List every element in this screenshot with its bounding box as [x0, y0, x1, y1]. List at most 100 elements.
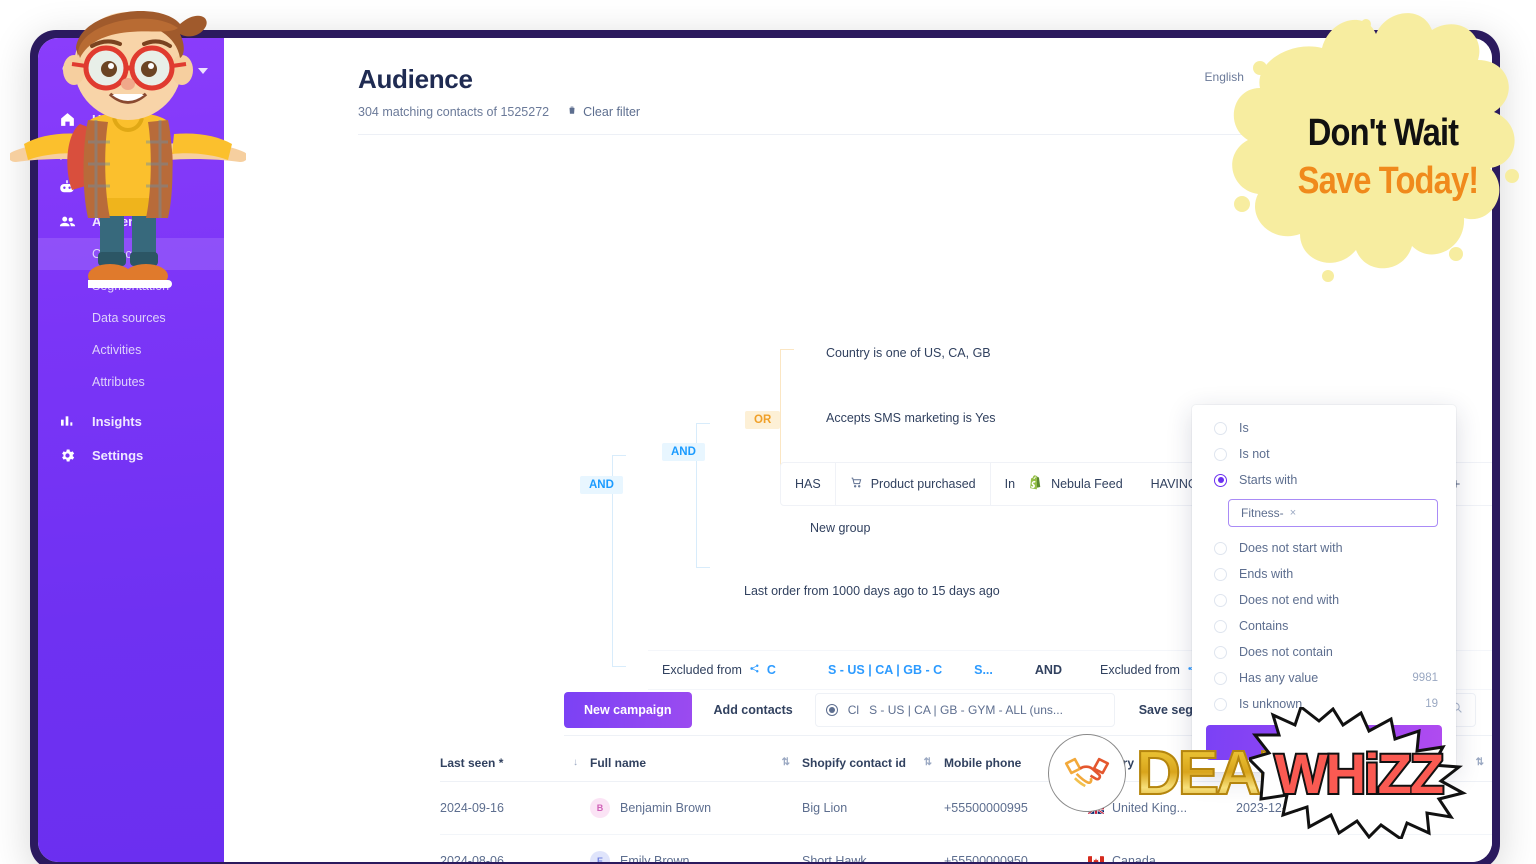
language-selector[interactable]: English	[1205, 70, 1244, 84]
tablet-screen: Home Campaigns Automations Audience Cont…	[38, 38, 1492, 862]
th-label: Shopify contact id	[802, 755, 907, 770]
cell-country: Canada	[1088, 834, 1236, 862]
user-menu[interactable]: Harmony Hol Premium plan	[1265, 62, 1456, 92]
excluded-segment-1a[interactable]: S - US | CA | GB - C	[790, 663, 956, 677]
source-selector[interactable]: Nebula Feed	[1029, 463, 1137, 505]
delete-condition-button[interactable]	[1476, 475, 1492, 493]
excluded-segment-1b[interactable]: S...	[956, 663, 1007, 677]
option-label: Contains	[1239, 619, 1289, 633]
option-label: Does not start with	[1239, 541, 1343, 555]
new-group-label[interactable]: New group	[810, 521, 870, 535]
sort-desc-icon[interactable]: ↓	[573, 757, 578, 768]
excluded-and-operator[interactable]: AND	[1007, 663, 1076, 677]
cell-mobile-phone: +55500000950	[944, 834, 1088, 862]
dropdown-option-contains[interactable]: Contains	[1192, 613, 1456, 639]
brand-logo-icon[interactable]	[56, 58, 82, 84]
option-label: Ends with	[1239, 567, 1294, 581]
radio-selected-icon	[1214, 473, 1227, 487]
sidebar-item-attributes[interactable]: Attributes	[38, 366, 224, 398]
segment-selector[interactable]: Cl S - US | CA | GB - GYM - ALL (uns...	[814, 693, 1115, 727]
event-label: Product purchased	[870, 477, 976, 491]
campaign-icon	[749, 663, 760, 677]
new-campaign-button[interactable]: New campaign	[564, 692, 692, 728]
event-selector[interactable]: Product purchased	[834, 463, 991, 505]
bot-icon	[56, 178, 78, 196]
chart-icon	[56, 413, 78, 429]
shopify-icon	[1029, 475, 1043, 493]
operator-or-badge[interactable]: OR	[745, 411, 781, 429]
done-button[interactable]: Done	[1206, 725, 1442, 760]
radio-icon	[1214, 697, 1227, 711]
sidebar-item-insights[interactable]: Insights	[38, 404, 224, 438]
sidebar-item-settings[interactable]: Settings	[38, 438, 224, 472]
country-text: United King...	[1112, 801, 1188, 815]
cell-shopify-id: Big Lion	[802, 781, 944, 835]
cell-country: United King...	[1088, 781, 1236, 835]
in-operator[interactable]: In	[991, 463, 1029, 505]
sidebar-item-activities[interactable]: Activities	[38, 334, 224, 366]
dropdown-option-does-not-contain[interactable]: Does not contain	[1192, 639, 1456, 665]
chevron-down-icon[interactable]	[198, 68, 208, 74]
excluded-from-1[interactable]: Excluded from C	[648, 663, 790, 677]
value-tag: Fitness- ×	[1235, 504, 1302, 522]
sort-both-icon[interactable]: ⇅	[1068, 757, 1076, 768]
condition-country[interactable]: Country is one of US, CA, GB	[826, 346, 991, 360]
condition-sms[interactable]: Accepts SMS marketing is Yes	[826, 411, 996, 425]
table-row[interactable]: 2024-08-06 E Emily Brown Short Hawk +555…	[440, 834, 1492, 862]
cell-mobile-phone: +55500000995	[944, 781, 1088, 835]
table-row[interactable]: 2024-09-16 B Benjamin Brown Big Lion +55…	[440, 781, 1492, 835]
radio-icon	[1214, 645, 1227, 659]
sidebar-item-data-sources[interactable]: Data sources	[38, 302, 224, 334]
option-label: Is	[1239, 421, 1249, 435]
sidebar-item-contacts[interactable]: Contacts	[38, 238, 224, 270]
th-full-name[interactable]: Full name ⇅	[590, 744, 802, 782]
th-label: Mobile phone	[944, 755, 1022, 770]
sidebar-item-label: Home	[92, 111, 129, 127]
cell-last-order: 2023-12-15	[1236, 781, 1376, 835]
dropdown-option-does-not-start-with[interactable]: Does not start with	[1192, 535, 1456, 561]
sidebar-item-automations[interactable]: Automations	[38, 170, 224, 204]
sidebar-item-audience[interactable]: Audience	[38, 204, 224, 238]
sort-both-icon[interactable]: ⇅	[782, 757, 790, 768]
segment-prefix: Cl	[847, 703, 860, 717]
sidebar-item-segmentation[interactable]: Segmentation	[38, 270, 224, 302]
th-shopify-id[interactable]: Shopify contact id ⇅	[802, 744, 944, 782]
full-name-text: Emily Brown	[620, 854, 690, 862]
dropdown-option-ends-with[interactable]: Ends with	[1192, 561, 1456, 587]
tag-remove-icon[interactable]: ×	[1290, 507, 1296, 519]
option-label: Does not contain	[1239, 645, 1333, 659]
operator-and-outer-badge[interactable]: AND	[580, 476, 623, 494]
sidebar-item-campaigns[interactable]: Campaigns	[38, 136, 224, 170]
radio-icon	[1214, 447, 1227, 461]
starts-with-value-input[interactable]: Fitness- ×	[1228, 499, 1438, 527]
excluded-label: Excluded from	[1099, 663, 1180, 677]
gear-icon	[56, 447, 78, 464]
radio-icon	[1214, 421, 1227, 435]
dropdown-option-is-not[interactable]: Is not	[1192, 441, 1456, 467]
country-text: Canada	[1112, 854, 1156, 862]
condition-last-order[interactable]: Last order from 1000 days ago to 15 days…	[744, 584, 1000, 598]
sort-both-icon[interactable]: ⇅	[924, 757, 932, 768]
sort-both-icon[interactable]: ⇅	[1476, 757, 1484, 768]
th-last-seen[interactable]: Last seen * ↓	[440, 744, 590, 782]
radio-icon	[1214, 619, 1227, 633]
dropdown-option-starts-with[interactable]: Starts with	[1192, 467, 1456, 493]
radio-icon	[1214, 541, 1227, 555]
dropdown-option-does-not-end-with[interactable]: Does not end with	[1192, 587, 1456, 613]
dropdown-option-is-unknown[interactable]: Is unknown 19	[1192, 691, 1456, 717]
add-contacts-button[interactable]: Add contacts	[692, 703, 815, 717]
dropdown-option-is[interactable]: Is	[1192, 415, 1456, 441]
th-label: Full name	[590, 755, 647, 770]
dropdown-option-has-any-value[interactable]: Has any value 9981	[1192, 665, 1456, 691]
th-mobile-phone[interactable]: Mobile phone ⇅	[944, 744, 1088, 782]
operator-and-inner-badge[interactable]: AND	[662, 443, 705, 461]
th-label: Last seen *	[440, 755, 504, 770]
clear-filter-button[interactable]: Clear filter	[567, 104, 640, 119]
main-content: Audience 304 matching contacts of 152527…	[224, 38, 1492, 862]
has-operator[interactable]: HAS	[781, 463, 835, 505]
clear-filter-label: Clear filter	[583, 104, 641, 119]
cell-last-order	[1236, 834, 1376, 862]
sidebar-item-home[interactable]: Home	[38, 102, 224, 136]
tag-label: Fitness-	[1241, 506, 1284, 520]
and-inner-bottom	[696, 567, 710, 568]
